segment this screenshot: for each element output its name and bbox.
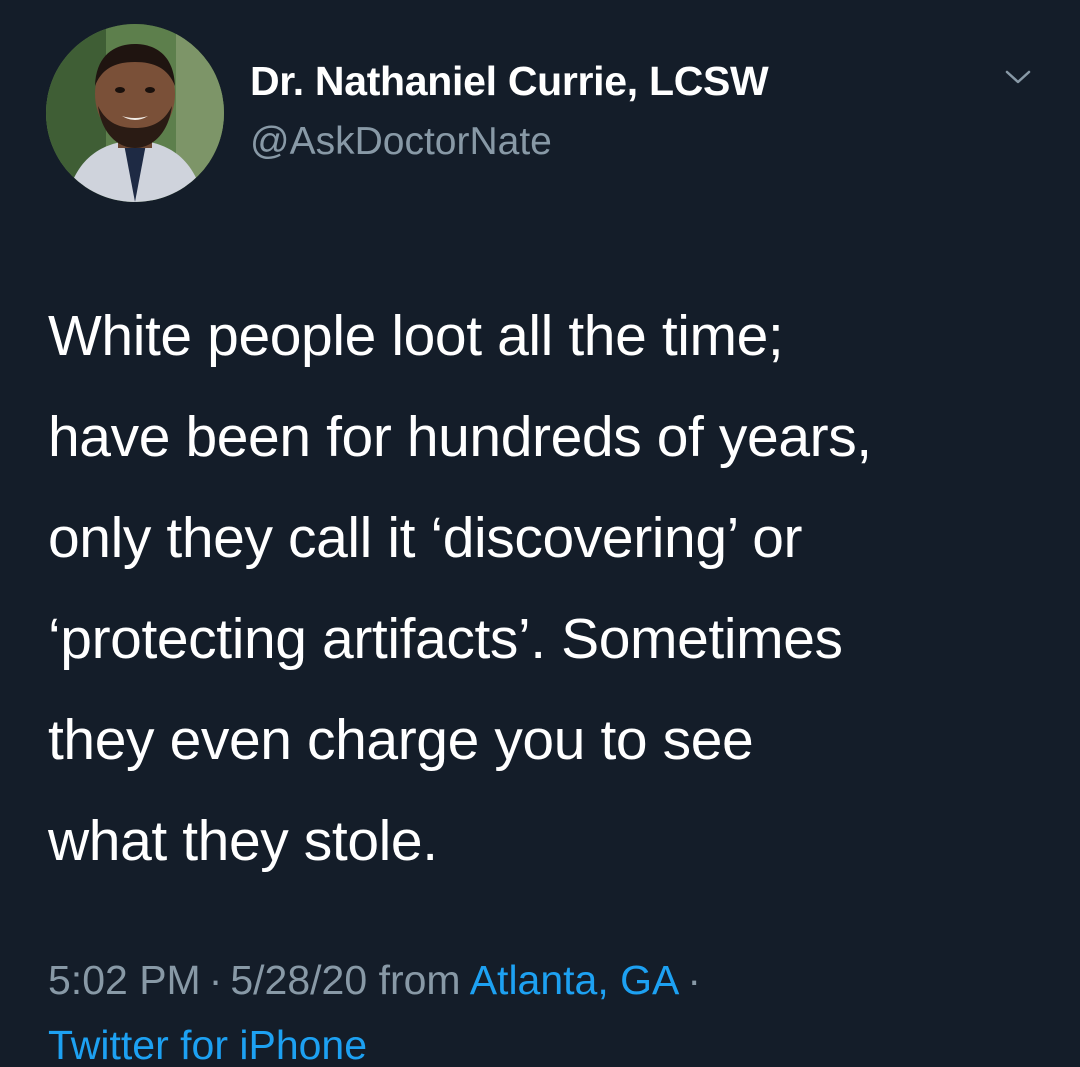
tweet-text: White people loot all the time; have bee… <box>48 286 1048 892</box>
separator: · <box>687 957 702 1003</box>
tweet-text-line: they even charge you to see <box>48 708 754 772</box>
tweet-text-line: only they call it ‘discovering’ or <box>48 506 803 570</box>
tweet-text-line: ‘protecting artifacts’. Sometimes <box>48 607 843 671</box>
avatar[interactable] <box>46 24 224 202</box>
tweet-text-line: what they stole. <box>48 809 438 873</box>
display-name[interactable]: Dr. Nathaniel Currie, LCSW <box>250 58 769 105</box>
tweet-time[interactable]: 5:02 PM <box>48 957 201 1003</box>
from-label: from <box>378 957 461 1003</box>
chevron-down-icon[interactable] <box>996 62 1040 92</box>
source-link[interactable]: Twitter for iPhone <box>48 1022 367 1067</box>
location-link[interactable]: Atlanta, GA <box>470 957 680 1003</box>
separator: · <box>208 957 223 1003</box>
tweet-date[interactable]: 5/28/20 <box>230 957 367 1003</box>
user-handle[interactable]: @AskDoctorNate <box>250 120 552 164</box>
tweet-metadata: 5:02 PM · 5/28/20 from Atlanta, GA · Twitte… <box>48 948 1048 1067</box>
tweet-text-line: have been for hundreds of years, <box>48 405 872 469</box>
tweet-card: Dr. Nathaniel Currie, LCSW @AskDoctorNat… <box>0 0 1080 1067</box>
avatar-image <box>46 24 224 202</box>
tweet-text-line: White people loot all the time; <box>48 304 784 368</box>
